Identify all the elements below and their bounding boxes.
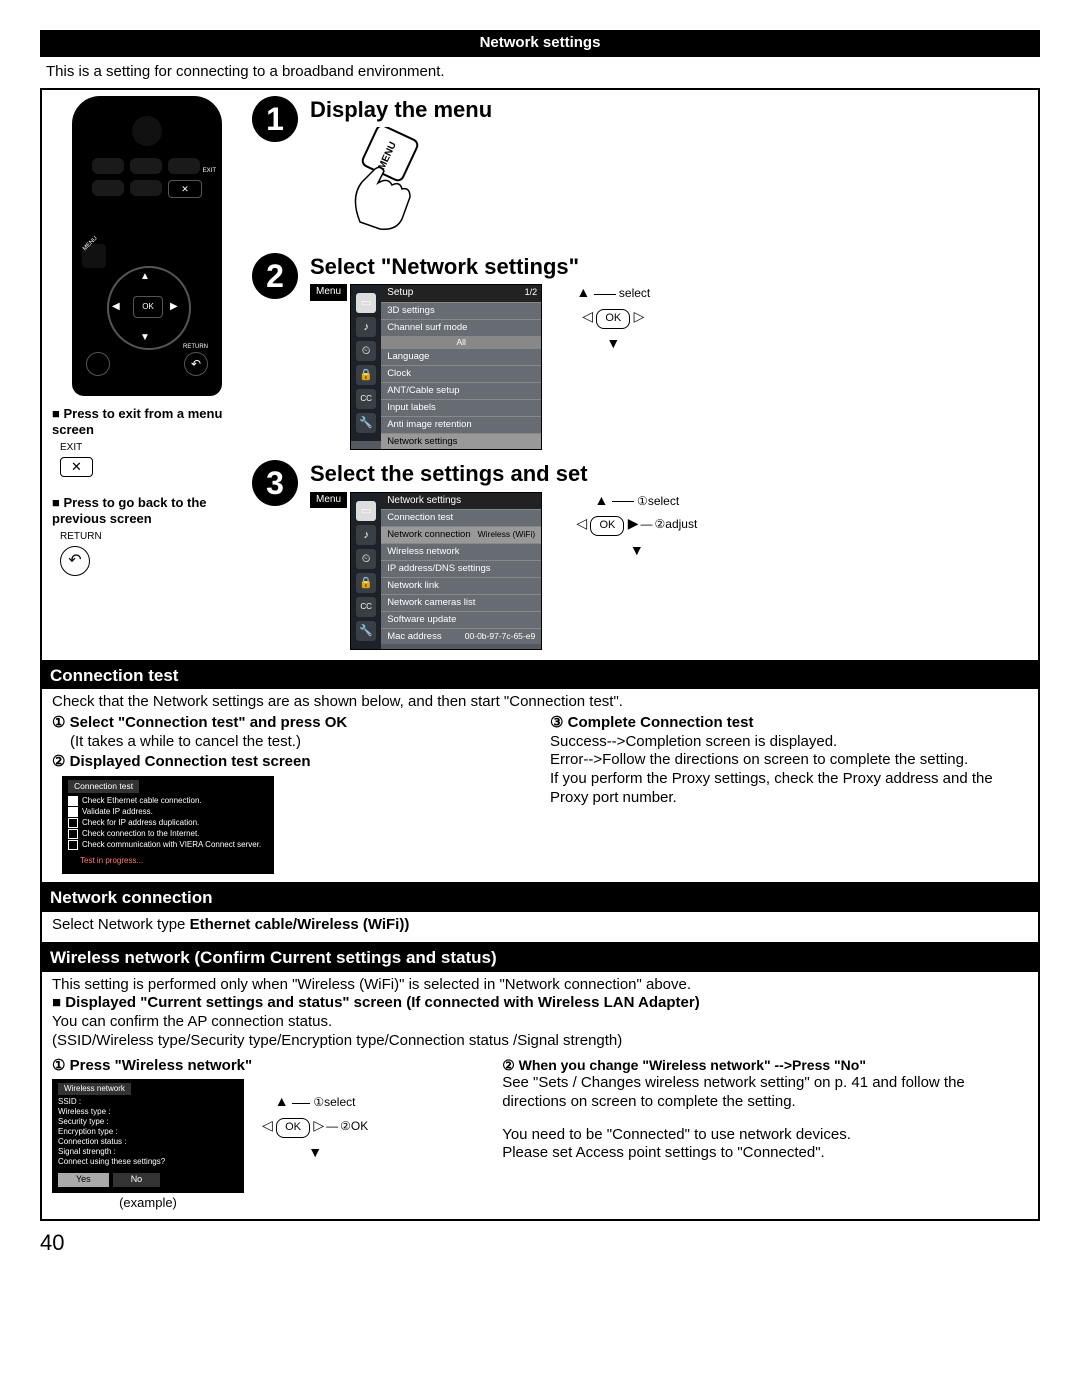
netconn-text: Select Network type bbox=[52, 916, 190, 933]
exit-note: Press to exit from a menu screen bbox=[52, 406, 242, 439]
step1-title: Display the menu bbox=[310, 96, 492, 124]
conn-l1: ① Select "Connection test" and press OK bbox=[52, 714, 530, 733]
conn-r1b: Error-->Follow the directions on screen … bbox=[550, 751, 1028, 770]
step2-navpad: ▲ select ◁ OK ▷ ▼ bbox=[576, 284, 650, 352]
page-number: 40 bbox=[40, 1229, 1040, 1257]
step2-title: Select "Network settings" bbox=[310, 253, 650, 281]
example-label: (example) bbox=[52, 1195, 244, 1211]
conn-lead: Check that the Network settings are as s… bbox=[52, 693, 1028, 712]
menu-button-illus: MENU bbox=[330, 127, 420, 243]
netconn-opts: Ethernet cable/Wireless (WiFi)) bbox=[190, 916, 410, 933]
step3-title: Select the settings and set bbox=[310, 460, 697, 488]
conn-r1a: Success-->Completion screen is displayed… bbox=[550, 733, 1028, 752]
step3-badge: 3 bbox=[252, 460, 298, 506]
return-note: Press to go back to the previous screen bbox=[52, 495, 242, 528]
intro-text: This is a setting for connecting to a br… bbox=[46, 63, 1040, 82]
return-label: RETURN bbox=[60, 531, 242, 544]
conn-r1: ③ Complete Connection test bbox=[550, 714, 1028, 733]
w-r3: Please set Access point settings to "Con… bbox=[502, 1144, 1028, 1163]
return-button-illus: ↶ bbox=[60, 546, 90, 576]
step1-badge: 1 bbox=[252, 96, 298, 142]
wireless-heading: Wireless network (Confirm Current settin… bbox=[42, 944, 1038, 971]
network-menu-panel: ▭♪⏲🔒CC🔧 Network settings Connection test… bbox=[350, 492, 542, 650]
conn-l2: ② Displayed Connection test screen bbox=[52, 753, 530, 772]
menu-tab: Menu bbox=[310, 284, 347, 301]
step3-navpad: ▲ ①select ◁ OK ▶—②adjust ▼ bbox=[576, 492, 697, 560]
w-p4: (SSID/Wireless type/Security type/Encryp… bbox=[52, 1032, 1028, 1051]
wireless-panel: Wireless network SSID : Wireless type : … bbox=[52, 1079, 244, 1192]
page-header: Network settings bbox=[40, 30, 1040, 57]
setup-menu-panel: ▭♪⏲🔒CC🔧 Setup1/2 3D settings Channel sur… bbox=[350, 284, 542, 450]
remote-column: ✕ EXIT ▲ ▼ ◀ ▶ OK RETURN ↶ MENU Press to… bbox=[52, 96, 242, 576]
exit-button-illus: ✕ bbox=[60, 457, 93, 477]
connection-test-panel: Connection test Check Ethernet cable con… bbox=[62, 776, 274, 874]
conn-l1b: (It takes a while to cancel the test.) bbox=[70, 733, 530, 752]
conn-r1c: If you perform the Proxy settings, check… bbox=[550, 770, 1028, 808]
remote-illustration: ✕ EXIT ▲ ▼ ◀ ▶ OK RETURN ↶ MENU bbox=[72, 96, 222, 396]
wireless-navpad: ▲ ①select ◁ OK ▷—②OK ▼ bbox=[262, 1093, 368, 1161]
step2-badge: 2 bbox=[252, 253, 298, 299]
w-rhead: ② When you change "Wireless network" -->… bbox=[502, 1057, 1028, 1075]
step-2: 2 Select "Network settings" Menu ▭♪⏲🔒CC🔧… bbox=[252, 253, 1028, 451]
connection-test-heading: Connection test bbox=[42, 662, 1038, 689]
w-r2: You need to be "Connected" to use networ… bbox=[502, 1126, 1028, 1145]
w-p2: Displayed "Current settings and status" … bbox=[52, 994, 1028, 1013]
step-1: 1 Display the menu MENU bbox=[252, 96, 1028, 243]
w-p3: You can confirm the AP connection status… bbox=[52, 1013, 1028, 1032]
w-p1: This setting is performed only when "Wir… bbox=[52, 976, 1028, 995]
menu-tab-3: Menu bbox=[310, 492, 347, 509]
remote-ok: OK bbox=[133, 296, 163, 318]
exit-label: EXIT bbox=[60, 442, 242, 455]
w-r1: See "Sets / Changes wireless network set… bbox=[502, 1074, 1028, 1112]
step-3: 3 Select the settings and set Menu ▭♪⏲🔒C… bbox=[252, 460, 1028, 650]
w-l1: ① Press "Wireless network" bbox=[52, 1057, 482, 1076]
network-connection-heading: Network connection bbox=[42, 884, 1038, 911]
